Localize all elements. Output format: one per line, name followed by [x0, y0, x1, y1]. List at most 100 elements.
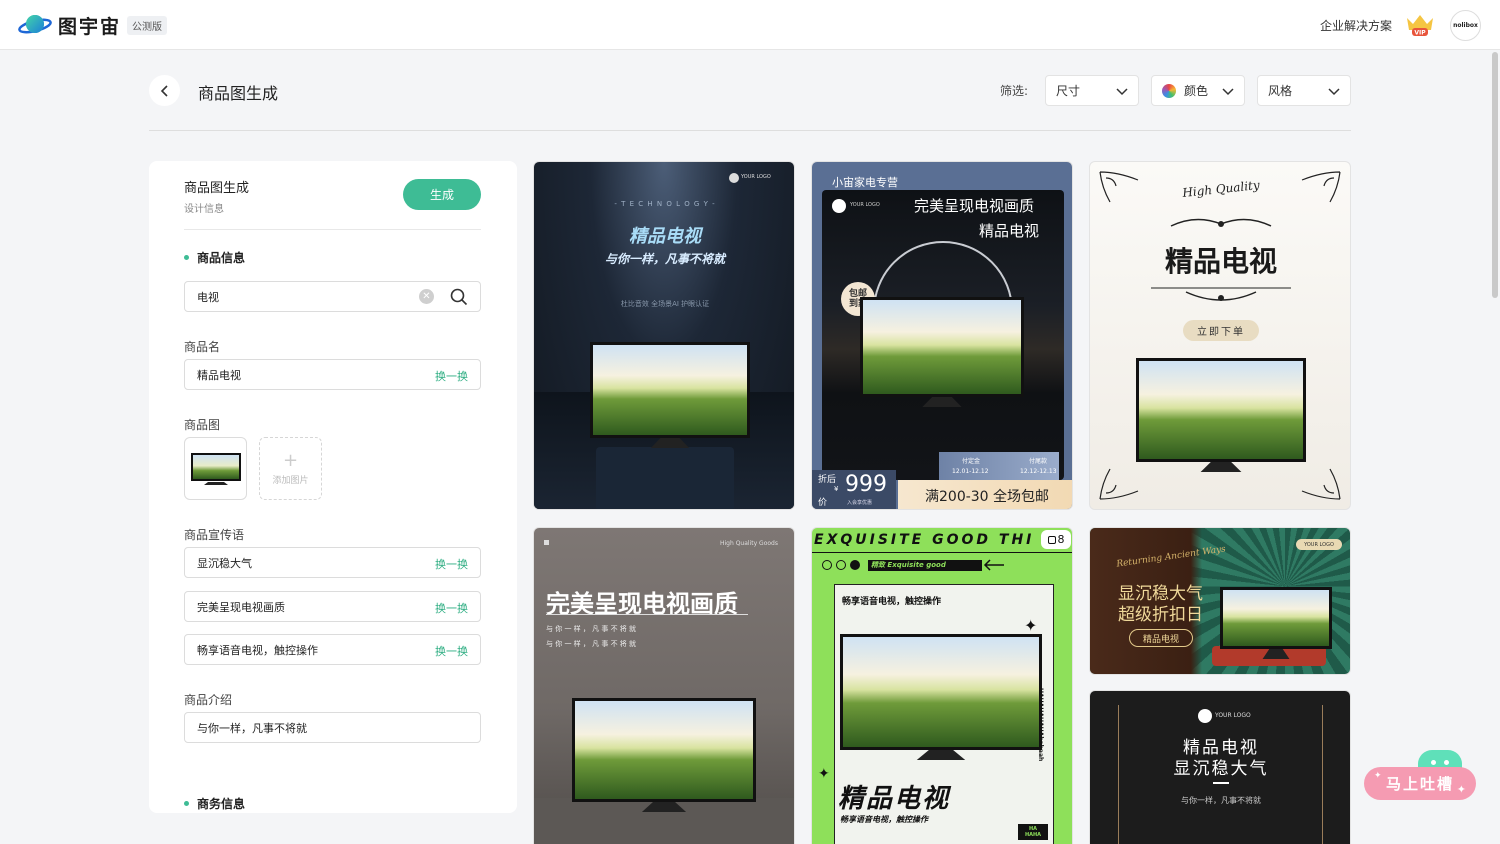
ticker-text: EXQUISITE GOOD THI [814, 532, 1035, 548]
brand-label: High Quality Goods [720, 540, 778, 547]
template-card-1[interactable]: YOUR LOGO - T E C H N O L O G Y - 精品电视 与… [533, 161, 795, 510]
section-product-label: 商品信息 [197, 251, 246, 265]
grid-dot-icon [544, 540, 549, 545]
card-eyebrow: - T E C H N O L O G Y - [614, 200, 716, 208]
style-filter-label: 风格 [1268, 84, 1293, 98]
style-filter-dropdown[interactable]: 风格 [1257, 75, 1351, 106]
card-features: 杜比音效 全场景AI 护眼认证 [620, 300, 710, 308]
color-filter-dropdown[interactable]: 颜色 [1151, 75, 1245, 106]
price-label-b: 价 [818, 498, 828, 508]
beta-badge: 公测版 [127, 16, 167, 35]
tv-image [590, 342, 750, 448]
swap-slogan-button[interactable]: 换一换 [435, 643, 468, 659]
chevron-left-icon [160, 84, 168, 97]
card-product-name: 精品电视 [979, 222, 1040, 240]
chevron-down-icon [1328, 88, 1340, 96]
template-card-2[interactable]: 小宙家电专营 YOUR LOGO 完美呈现电视画质 精品电视 包邮 到家 付定金 … [811, 161, 1073, 510]
sparkle-icon: ✦ [1456, 783, 1468, 796]
body-line-2: 与 你 一 样 ， 凡 事 不 将 就 [546, 640, 637, 648]
order-now-pill: 立即下单 [1183, 320, 1259, 341]
corner-ornament-icon [1301, 468, 1341, 500]
slogan-value: 畅享语音电视，触控操作 [197, 643, 318, 657]
slogan-field-3[interactable]: 畅享语音电视，触控操作 换一换 [184, 634, 481, 665]
color-filter-label: 颜色 [1184, 84, 1209, 98]
panel-divider [184, 229, 481, 230]
section-product-info: 商品信息 [184, 249, 245, 266]
top-bar: 图宇宙 公测版 企业解决方案 VIP nolibox [0, 0, 1500, 50]
logo-icon [832, 199, 846, 213]
slogan-label: 商品宣传语 [184, 528, 245, 542]
deposit-date: 12.01-12.12 [952, 468, 989, 475]
product-pill: 精品电视 [1129, 629, 1193, 647]
size-filter-dropdown[interactable]: 尺寸 [1045, 75, 1139, 106]
member-note: 入会享优惠 [847, 500, 873, 506]
feedback-button[interactable]: ✦ 马上吐槽 ✦ [1364, 767, 1476, 800]
swap-slogan-button[interactable]: 换一换 [435, 600, 468, 616]
store-tag: 小宙家电专营 [832, 176, 898, 189]
tv-image [860, 297, 1024, 407]
generate-button[interactable]: 生成 [403, 179, 481, 210]
add-image-button[interactable]: + 添加图片 [259, 437, 322, 500]
slogan-text: 畅享语音电视，触控操作 [842, 597, 942, 607]
circle-icon [836, 560, 846, 570]
swap-slogan-button[interactable]: 换一换 [435, 556, 468, 572]
sparkle-icon: ✦ [1024, 616, 1038, 635]
image-stack-icon [1047, 535, 1056, 544]
bottom-slogan: 畅享语音电视，触控操作 [840, 815, 928, 824]
add-image-label: 添加图片 [272, 475, 309, 486]
product-name-label: 商品名 [184, 340, 221, 354]
card-title: 精品电视 [1164, 245, 1277, 278]
tv-image [1220, 587, 1332, 659]
enterprise-solutions-link[interactable]: 企业解决方案 [1320, 17, 1392, 34]
template-card-4[interactable]: High Quality Goods 完美呈现电视画质 与 你 一 样 ， 凡 … [533, 527, 795, 844]
slogan-value: 完美呈现电视画质 [197, 600, 285, 614]
product-image-label: 商品图 [184, 418, 221, 432]
logo-icon [1198, 709, 1212, 723]
corner-ornament-icon [1099, 468, 1139, 500]
clear-icon[interactable]: ✕ [419, 289, 434, 304]
user-avatar[interactable]: nolibox [1450, 10, 1481, 41]
intro-field[interactable]: 与你一样，凡事不将就 [184, 712, 481, 743]
big-title: 精品电视 [838, 784, 951, 814]
product-image-thumbnail[interactable] [184, 437, 247, 500]
swap-name-button[interactable]: 换一换 [435, 368, 468, 384]
slogan-field-2[interactable]: 完美呈现电视画质 换一换 [184, 591, 481, 622]
final-payment-label: 付尾款 [1029, 458, 1048, 465]
product-name-value: 精品电视 [197, 368, 241, 382]
price-label-a: 折后 [818, 475, 837, 485]
back-button[interactable] [149, 75, 180, 106]
template-card-7[interactable]: YOUR LOGO 精品电视 显沉稳大气 与你一样，凡事不将就 [1089, 690, 1351, 844]
tv-image [572, 698, 756, 812]
panel-subtitle: 设计信息 [184, 204, 224, 215]
circle-icon [822, 560, 832, 570]
planet-logo-icon[interactable] [18, 11, 52, 39]
stamp-line-2: HAHA [1024, 832, 1042, 838]
app-name[interactable]: 图宇宙 [58, 12, 121, 39]
title-underline [546, 614, 748, 615]
chevron-down-icon [1222, 88, 1234, 96]
price-value: 999 [845, 472, 887, 497]
slogan-value: 显沉稳大气 [197, 556, 252, 570]
sparkle-icon: ✦ [818, 766, 830, 782]
filter-label: 筛选: [1000, 84, 1029, 98]
body-line-1: 与 你 一 样 ， 凡 事 不 将 就 [546, 625, 637, 633]
card-foot: 与你一样，凡事不将就 [1181, 796, 1261, 805]
product-search-input[interactable]: 电视 ✕ [184, 281, 481, 312]
intro-label: 商品介绍 [184, 693, 233, 707]
logo-text: YOUR LOGO [1215, 712, 1251, 719]
vip-text: VIP [1414, 30, 1426, 37]
product-name-field[interactable]: 精品电视 换一换 [184, 359, 481, 390]
template-card-6[interactable]: Returning Ancient Ways YOUR LOGO 显沉稳大气 超… [1089, 527, 1351, 675]
vip-crown-icon[interactable]: VIP [1404, 12, 1436, 38]
logo-text: YOUR LOGO [741, 174, 771, 180]
template-card-5[interactable]: EXQUISITE GOOD THI 8 精致 Exquisite good 畅… [811, 527, 1073, 844]
promo-text: 满200-30 全场包邮 [925, 489, 1050, 505]
header-divider [149, 130, 1351, 131]
pedestal [596, 447, 734, 509]
page-scrollbar[interactable] [1492, 52, 1498, 298]
card-headline: 完美呈现电视画质 [914, 197, 1035, 215]
template-card-3[interactable]: High Quality 精品电视 立即下单 [1089, 161, 1351, 510]
page-title: 商品图生成 [198, 84, 279, 103]
search-icon[interactable] [450, 288, 468, 306]
slogan-field-1[interactable]: 显沉稳大气 换一换 [184, 547, 481, 578]
